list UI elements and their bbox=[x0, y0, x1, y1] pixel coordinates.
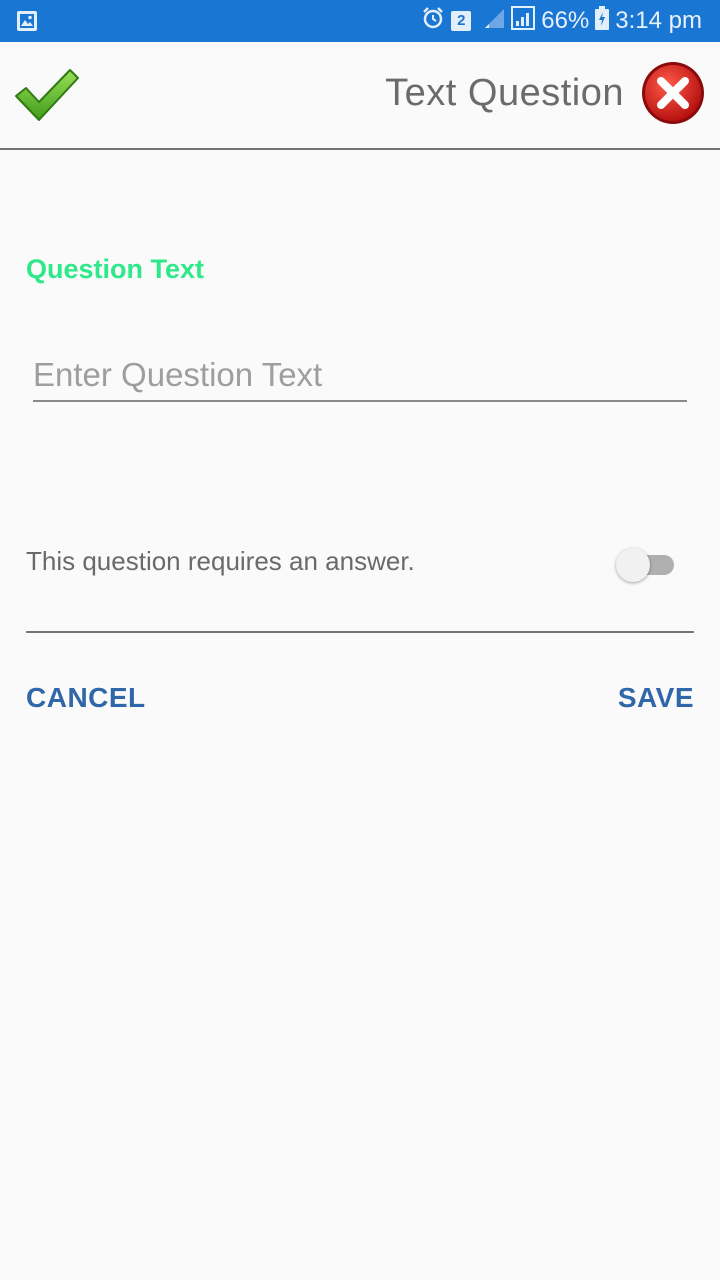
required-answer-toggle[interactable] bbox=[616, 548, 676, 582]
close-icon[interactable] bbox=[640, 60, 706, 126]
checkmark-icon[interactable] bbox=[12, 64, 82, 126]
cancel-button[interactable]: CANCEL bbox=[26, 682, 146, 714]
signal-icon bbox=[483, 7, 505, 36]
battery-charging-icon bbox=[595, 5, 610, 37]
gallery-icon bbox=[16, 10, 38, 37]
divider bbox=[26, 631, 694, 633]
save-button[interactable]: SAVE bbox=[618, 682, 694, 714]
battery-percent: 66% bbox=[541, 7, 590, 34]
sim-2-icon: 2 bbox=[451, 11, 472, 31]
clock-time: 3:14 pm bbox=[615, 7, 702, 34]
alarm-icon bbox=[421, 6, 445, 37]
question-text-label: Question Text bbox=[26, 254, 205, 284]
toggle-thumb bbox=[616, 548, 650, 582]
question-text-input[interactable] bbox=[33, 350, 687, 402]
page-title: Text Question bbox=[385, 72, 624, 114]
toolbar: Text Question bbox=[0, 42, 720, 150]
status-bar: 2 66% 3:14 pm bbox=[0, 0, 720, 42]
required-answer-label: This question requires an answer. bbox=[26, 546, 415, 576]
signal-icon bbox=[511, 5, 536, 37]
